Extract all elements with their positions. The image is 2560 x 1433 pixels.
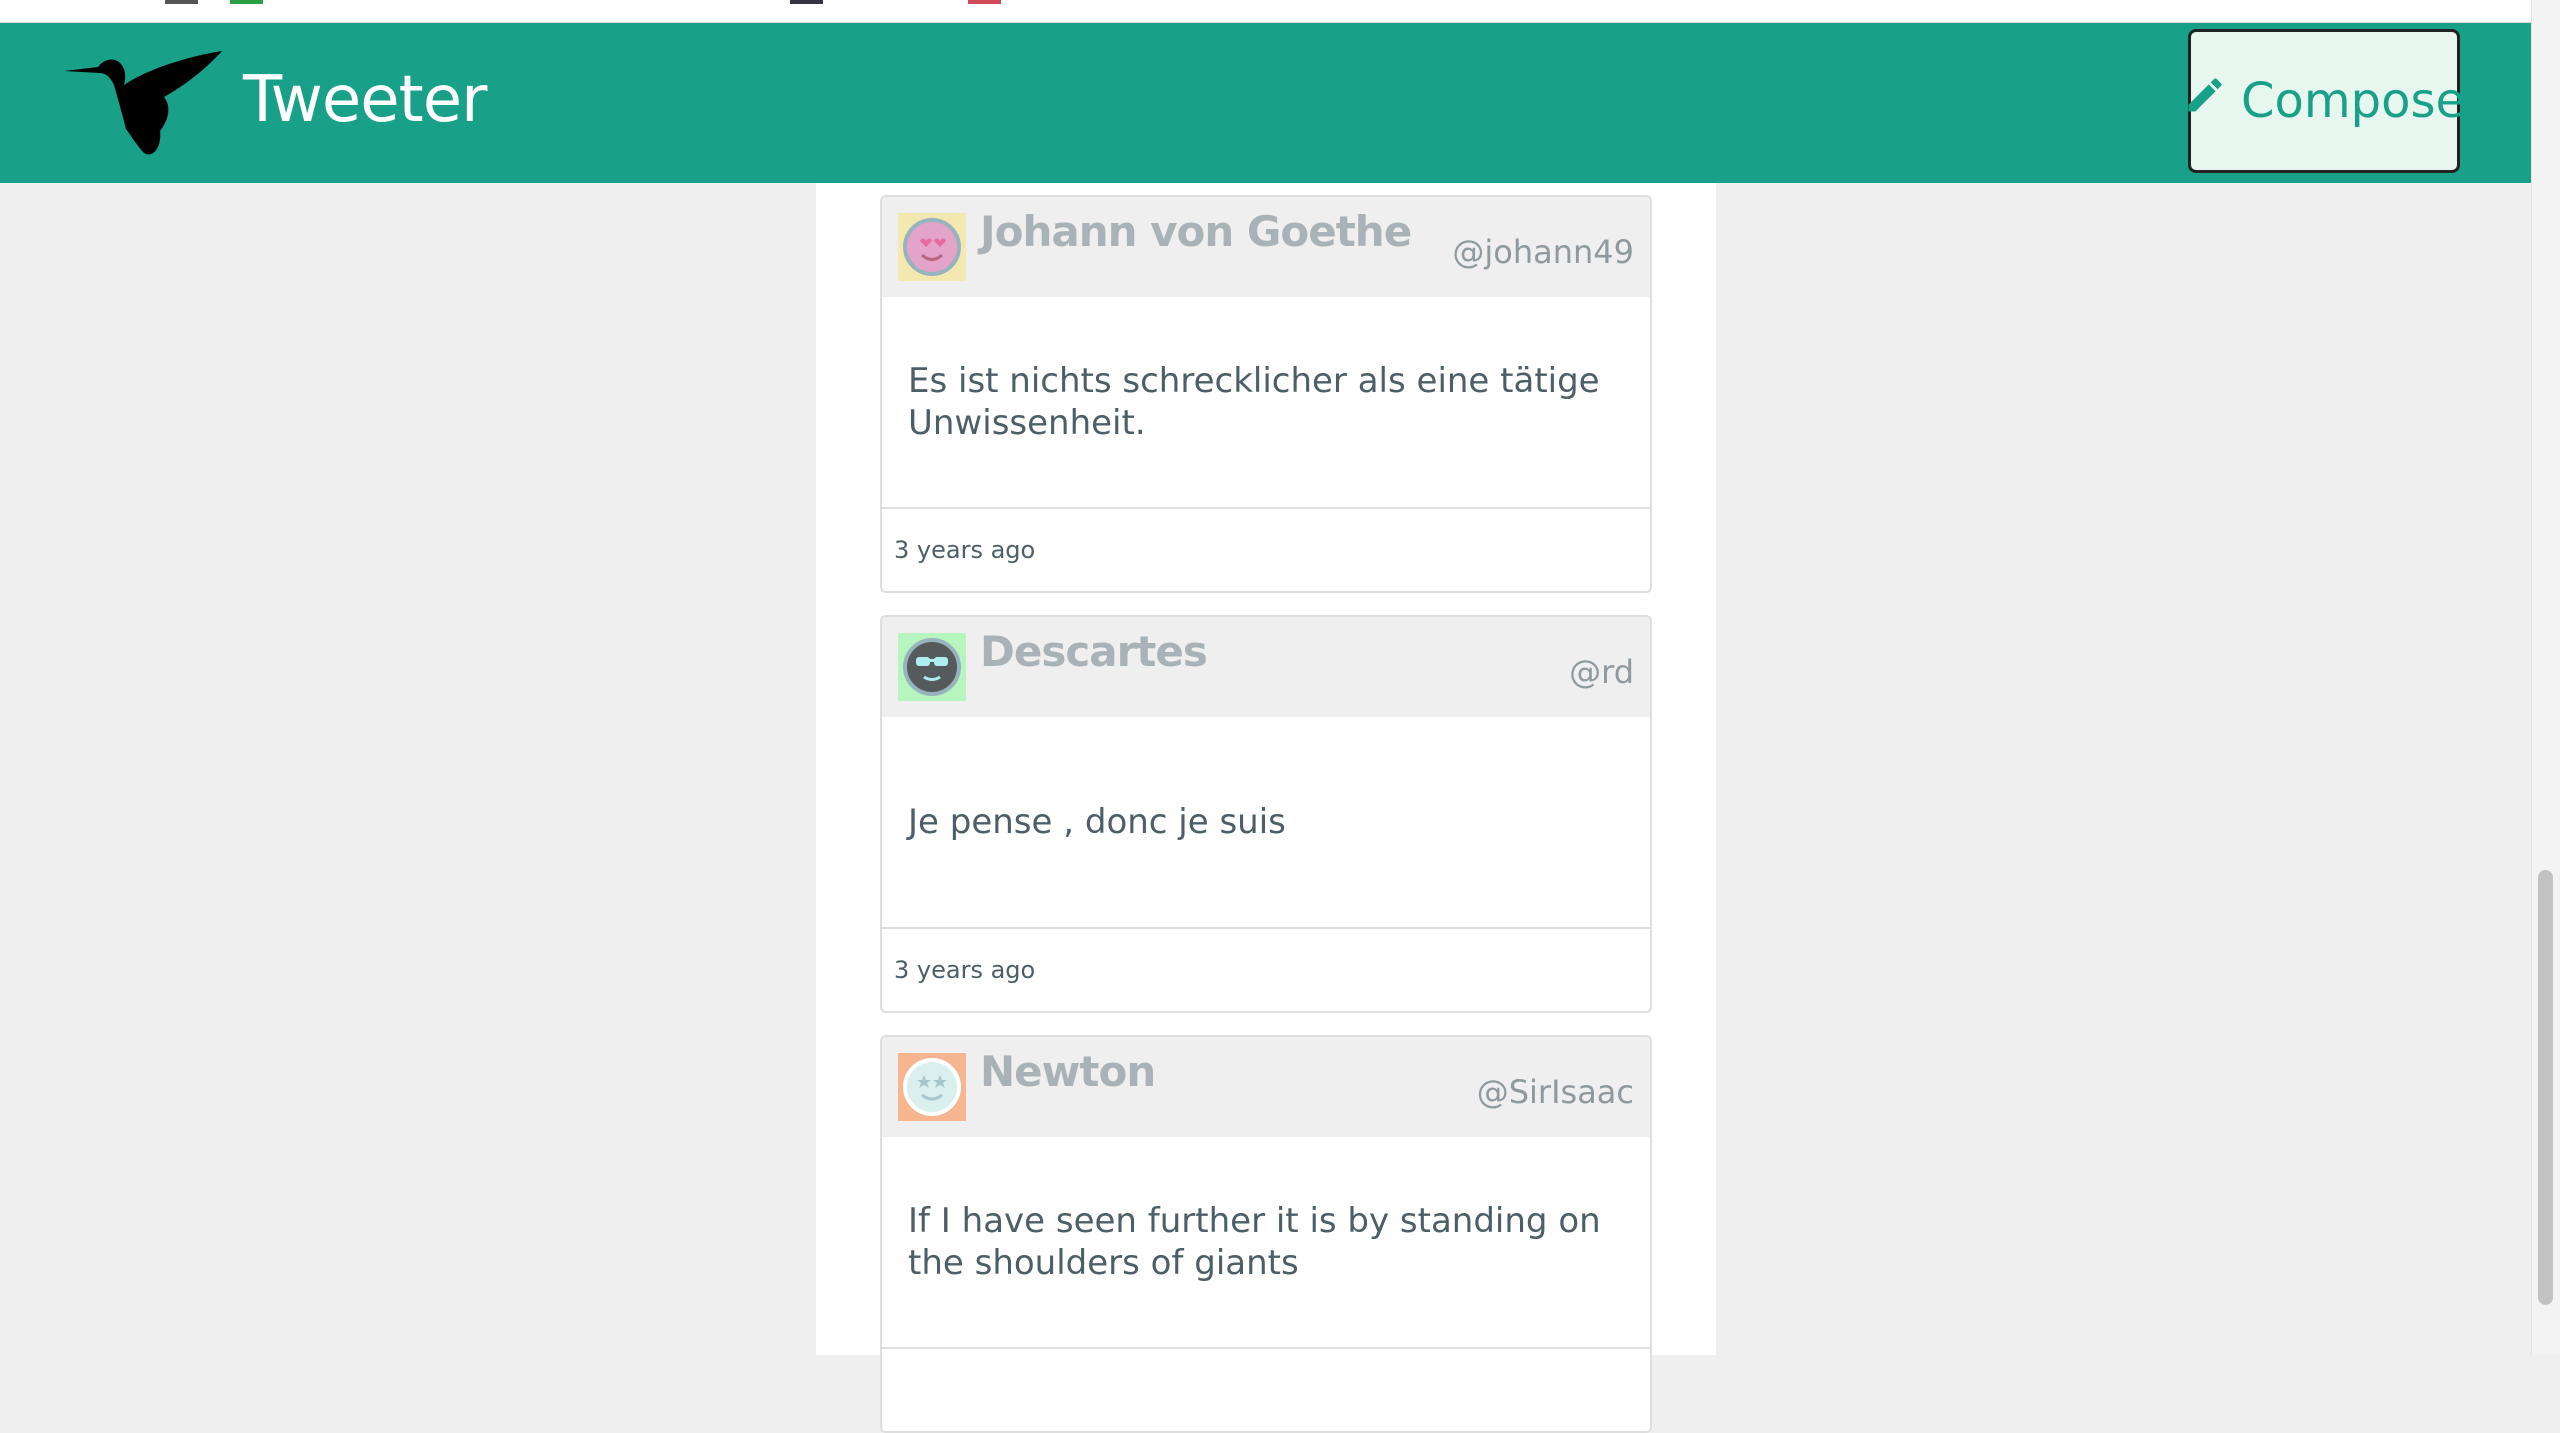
tweet-header: Johann von Goethe @johann49 bbox=[882, 197, 1650, 297]
author-handle[interactable]: @rd bbox=[1569, 653, 1634, 691]
author-handle[interactable]: @SirIsaac bbox=[1477, 1073, 1634, 1111]
tweet-text: Je pense , donc je suis bbox=[882, 717, 1650, 929]
tab-indicator bbox=[790, 0, 823, 4]
tweet-header: Newton @SirIsaac bbox=[882, 1037, 1650, 1137]
tweet-card: Descartes @rd Je pense , donc je suis 3 … bbox=[880, 615, 1652, 1013]
author-name[interactable]: Newton bbox=[980, 1047, 1156, 1096]
tab-indicator bbox=[968, 0, 1001, 4]
vertical-scrollbar[interactable] bbox=[2531, 0, 2560, 1355]
tweet-card: Newton @SirIsaac If I have seen further … bbox=[880, 1035, 1652, 1433]
author-handle[interactable]: @johann49 bbox=[1452, 233, 1634, 271]
navbar: Tweeter Compose bbox=[0, 23, 2531, 183]
compose-label: Compose bbox=[2241, 73, 2466, 129]
love-eyes-face-icon bbox=[903, 218, 961, 276]
avatar bbox=[898, 213, 966, 281]
author-name[interactable]: Descartes bbox=[980, 627, 1208, 676]
tweet-text: If I have seen further it is by standing… bbox=[882, 1137, 1650, 1349]
tweet-text: Es ist nichts schrecklicher als eine tät… bbox=[882, 297, 1650, 509]
tweet-feed: Johann von Goethe @johann49 Es ist nicht… bbox=[816, 183, 1716, 1433]
tab-indicator bbox=[230, 0, 263, 4]
tweet-timestamp bbox=[882, 1349, 1650, 1431]
sunglasses-face-icon bbox=[903, 638, 961, 696]
browser-top-strip bbox=[0, 0, 2531, 23]
tweet-timestamp: 3 years ago bbox=[894, 536, 1036, 564]
tweet-timestamp: 3 years ago bbox=[894, 956, 1036, 984]
app-title[interactable]: Tweeter bbox=[243, 63, 487, 137]
avatar bbox=[898, 1053, 966, 1121]
star-eyes-face-icon bbox=[903, 1058, 961, 1116]
tweet-card: Johann von Goethe @johann49 Es ist nicht… bbox=[880, 195, 1652, 593]
tweet-header: Descartes @rd bbox=[882, 617, 1650, 717]
author-name[interactable]: Johann von Goethe bbox=[980, 207, 1412, 256]
compose-button[interactable]: Compose bbox=[2188, 29, 2465, 173]
avatar bbox=[898, 633, 966, 701]
tab-indicator bbox=[165, 0, 198, 4]
scrollbar-thumb[interactable] bbox=[2538, 870, 2553, 1305]
pencil-icon bbox=[2183, 73, 2227, 129]
hummingbird-icon[interactable] bbox=[64, 41, 224, 161]
